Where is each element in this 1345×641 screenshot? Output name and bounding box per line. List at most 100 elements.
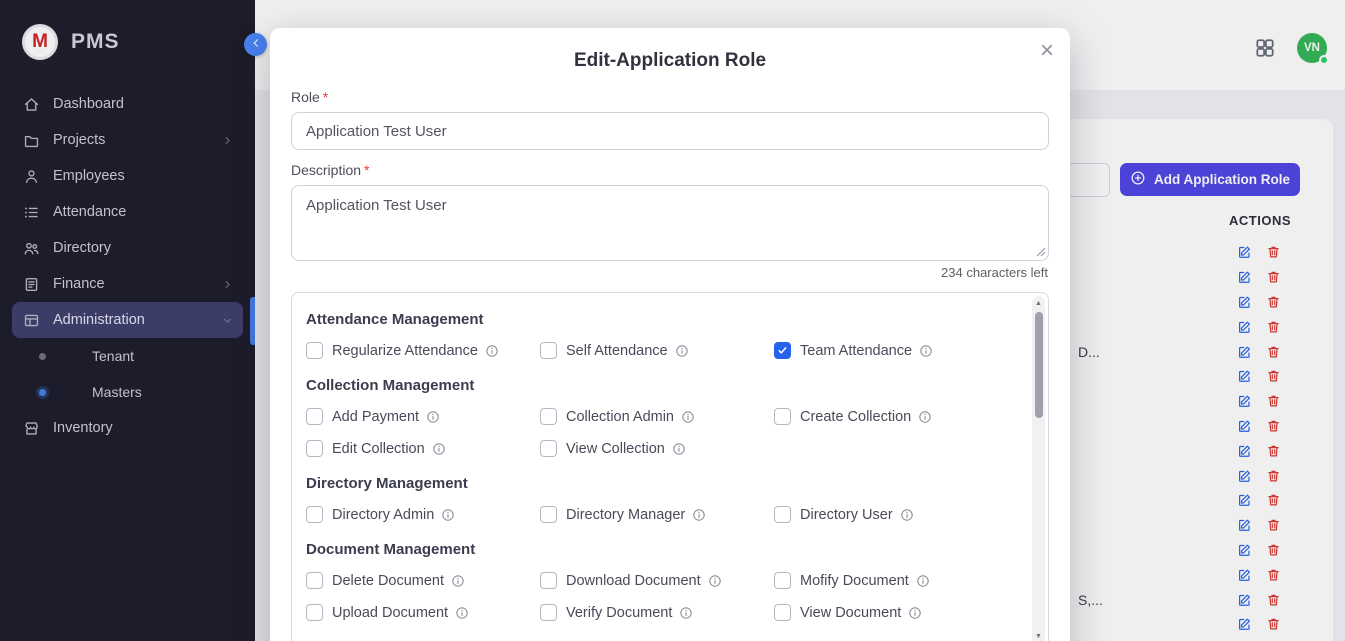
info-icon [900,508,914,522]
info-icon [681,410,695,424]
checkbox-checked[interactable] [774,342,791,359]
checkbox-unchecked[interactable] [306,408,323,425]
info-icon [919,344,933,358]
perm-label: Delete Document [332,573,444,589]
scrollbar[interactable]: ▲ ▼ [1032,296,1045,641]
info-icon [441,508,455,522]
perm-section-title: Collection Management [306,377,1008,394]
checkbox-unchecked[interactable] [306,572,323,589]
permissions-sections: Attendance Management Regularize Attendan… [306,311,1008,621]
perm-item-view-document: View Document [774,604,1008,621]
perm-label: Mofify Document [800,573,909,589]
perm-section-directory-management: Directory ManagementDirectory AdminDirec… [306,475,1008,523]
perm-item-create-collection: Create Collection [774,408,1008,425]
perm-section-collection-management: Collection Management Add Payment Collecti… [306,377,1008,457]
perm-item-add-payment: Add Payment [306,408,540,425]
checkbox-unchecked[interactable] [774,604,791,621]
perm-item-download-document: Download Document [540,572,774,589]
perm-item-upload-document: Upload Document [306,604,540,621]
perm-label: Edit Collection [332,441,425,457]
info-icon [451,574,465,588]
description-label-text: Description [291,162,361,178]
perm-label: View Collection [566,441,665,457]
role-input[interactable] [291,112,1049,150]
perm-section-attendance-management: Attendance Management Regularize Attendan… [306,311,1008,359]
modal-body: Role* Description* Application Test User… [270,72,1070,641]
info-icon [679,606,693,620]
perm-label: Download Document [566,573,701,589]
perm-label: Collection Admin [566,409,674,425]
scrollbar-thumb[interactable] [1035,312,1043,418]
perm-item-delete-document: Delete Document [306,572,540,589]
checkbox-unchecked[interactable] [306,342,323,359]
perm-section-document-management: Document Management Delete Document Downlo… [306,541,1008,621]
perm-grid: Directory Admin Directory Manager Director… [306,506,1008,523]
checkbox-unchecked[interactable] [540,440,557,457]
perm-item-regularize-attendance: Regularize Attendance [306,342,540,359]
checkbox-unchecked[interactable] [306,440,323,457]
perm-grid: Regularize Attendance Self Attendance Team… [306,342,1008,359]
description-label: Description* [291,162,1049,178]
role-field-group: Role* [291,89,1049,150]
perm-grid: Add Payment Collection Admin Create Collec… [306,408,1008,457]
perm-item-directory-user: Directory User [774,506,1008,523]
perm-item-mofify-document: Mofify Document [774,572,1008,589]
info-icon [908,606,922,620]
resize-grip-icon[interactable] [1036,247,1046,257]
info-icon [485,344,499,358]
info-icon [916,574,930,588]
perm-grid: Delete Document Download Document Mofify D… [306,572,1008,621]
checkbox-unchecked[interactable] [540,408,557,425]
modal-title: Edit-Application Role [270,50,1070,72]
perm-item-view-collection: View Collection [540,440,774,457]
close-icon[interactable]: × [1040,34,1054,68]
perm-label: Upload Document [332,605,448,621]
perm-item-verify-document: Verify Document [540,604,774,621]
required-asterisk: * [364,162,369,178]
description-input[interactable]: Application Test User [291,185,1049,261]
perm-label: Create Collection [800,409,911,425]
edit-application-role-modal: × Edit-Application Role Role* Descriptio… [270,28,1070,641]
sidebar-collapse-button[interactable] [244,33,267,56]
perm-label: Directory Admin [332,507,434,523]
info-icon [918,410,932,424]
scrollbar-up-icon[interactable]: ▲ [1032,297,1045,310]
checkbox-unchecked[interactable] [540,572,557,589]
info-icon [426,410,440,424]
scrollbar-down-icon[interactable]: ▼ [1032,630,1045,641]
perm-label: Directory Manager [566,507,685,523]
checkbox-unchecked[interactable] [540,506,557,523]
perm-label: View Document [800,605,901,621]
perm-section-title: Document Management [306,541,1008,558]
checkbox-unchecked[interactable] [540,342,557,359]
chars-left-counter: 234 characters left [291,265,1048,280]
checkbox-unchecked[interactable] [774,408,791,425]
checkbox-unchecked[interactable] [774,572,791,589]
perm-section-title: Directory Management [306,475,1008,492]
perm-label: Regularize Attendance [332,343,478,359]
info-icon [675,344,689,358]
info-icon [708,574,722,588]
checkbox-unchecked[interactable] [306,604,323,621]
info-icon [672,442,686,456]
role-label: Role* [291,89,1049,105]
perm-item-directory-manager: Directory Manager [540,506,774,523]
description-field-group: Description* Application Test User 234 c… [291,162,1049,280]
perm-item-collection-admin: Collection Admin [540,408,774,425]
required-asterisk: * [323,89,328,105]
info-icon [432,442,446,456]
perm-label: Team Attendance [800,343,912,359]
permissions-box: Attendance Management Regularize Attendan… [291,292,1049,641]
checkbox-unchecked[interactable] [540,604,557,621]
perm-item-self-attendance: Self Attendance [540,342,774,359]
checkbox-unchecked[interactable] [774,506,791,523]
checkbox-unchecked[interactable] [306,506,323,523]
perm-label: Directory User [800,507,893,523]
info-icon [455,606,469,620]
perm-item-edit-collection: Edit Collection [306,440,540,457]
perm-item-team-attendance: Team Attendance [774,342,1008,359]
perm-label: Verify Document [566,605,672,621]
perm-label: Self Attendance [566,343,668,359]
perm-section-title: Attendance Management [306,311,1008,328]
chevron-left-icon [250,37,262,52]
